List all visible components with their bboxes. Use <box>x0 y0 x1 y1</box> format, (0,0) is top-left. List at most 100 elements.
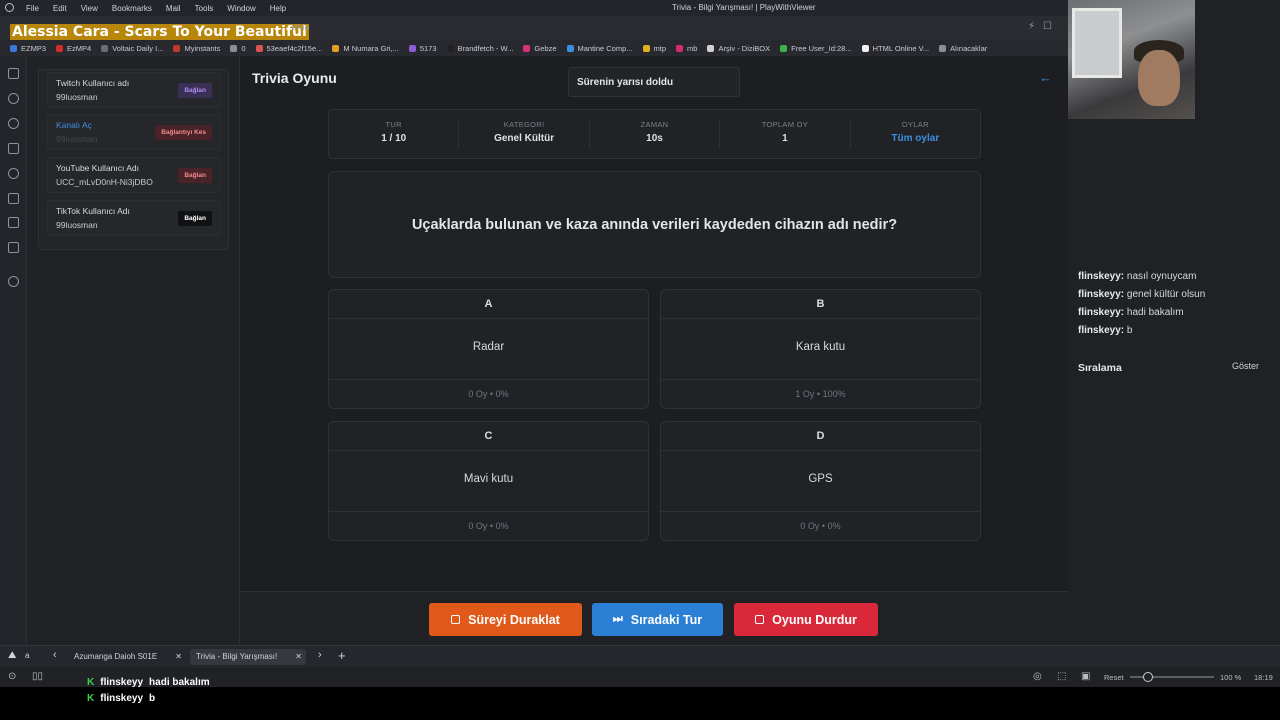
translate-icon[interactable] <box>8 168 19 179</box>
mail-icon[interactable] <box>8 242 19 253</box>
bookmark-favicon-icon <box>780 44 788 52</box>
menu-edit[interactable]: Edit <box>53 4 67 13</box>
answer-card-c[interactable]: C Mavi kutu 0 Oy • 0% <box>328 421 649 541</box>
tab-scroll-right-icon[interactable]: › <box>318 649 322 661</box>
answer-card-b[interactable]: B Kara kutu 1 Oy • 100% <box>660 289 981 409</box>
bookmark-label: Brandfetch - W... <box>457 43 514 53</box>
bookmarks-panel-icon[interactable] <box>8 68 19 79</box>
connection-button[interactable]: Bağlan <box>178 168 212 183</box>
notes-icon[interactable] <box>8 143 19 154</box>
app-logo-icon[interactable] <box>5 3 14 12</box>
bookmark-item[interactable]: EZMP3 <box>10 44 46 53</box>
kick-icon: K <box>87 693 95 704</box>
bookmark-label: mb <box>687 43 698 53</box>
workspace-label[interactable]: a <box>25 651 29 660</box>
stop-icon <box>755 615 765 624</box>
zoom-level: 100 % <box>1220 673 1242 682</box>
bookmark-label: EzMP4 <box>67 43 92 53</box>
history-icon[interactable] <box>8 118 19 129</box>
workspace-icon[interactable]: ⛰ <box>8 650 16 661</box>
pause-timer-button[interactable]: Süreyi Duraklat <box>429 603 582 636</box>
chat-message: flinskeyy: nasıl oynuycam <box>1078 271 1196 282</box>
menu-bookmarks[interactable]: Bookmarks <box>112 4 152 13</box>
stat-label: TOPLAM OY <box>761 120 809 129</box>
chat-username: flinskeyy: <box>1078 271 1125 282</box>
next-round-button[interactable]: ⏭ Sıradaki Tur <box>592 603 723 636</box>
answer-card-d[interactable]: D GPS 0 Oy • 0% <box>660 421 981 541</box>
reading-list-icon[interactable] <box>8 193 19 204</box>
bookmark-item[interactable]: Alınacaklar <box>939 44 987 53</box>
question-text: Uçaklarda bulunan ve kaza anında veriler… <box>328 171 981 278</box>
answer-card-a[interactable]: A Radar 0 Oy • 0% <box>328 289 649 409</box>
connection-title: YouTube Kullanıcı Adı <box>56 163 140 173</box>
page-tiling-icon[interactable]: ⬚ <box>1057 671 1066 682</box>
bookmark-label: Gebze <box>534 43 557 53</box>
connection-button[interactable]: Bağlan <box>178 211 212 226</box>
zoom-slider-handle[interactable] <box>1143 672 1153 682</box>
bookmark-item[interactable]: 53eaef4c2f15e... <box>255 44 322 53</box>
bookmark-item[interactable]: Myinstants <box>173 44 220 53</box>
stop-game-button[interactable]: Oyunu Durdur <box>734 603 878 636</box>
menu-file[interactable]: File <box>26 4 39 13</box>
menu-view[interactable]: View <box>81 4 98 13</box>
bookmark-item[interactable]: EzMP4 <box>56 44 91 53</box>
zoom-slider[interactable] <box>1130 672 1214 682</box>
overlay-chat-line: Kflinskeyy hadi bakalım <box>87 677 210 688</box>
ranking-show-button[interactable]: Göster <box>1232 361 1259 371</box>
tab-azumanga[interactable]: Azumanga Daioh S01E ✕ <box>68 649 186 665</box>
downloads-icon[interactable] <box>8 93 19 104</box>
bookmark-favicon-icon <box>642 44 650 52</box>
bookmark-item[interactable]: Mantine Comp... <box>566 44 633 53</box>
game-stats-bar: TUR 1 / 10 KATEGORI Genel Kültür ZAMAN 10s TOP… <box>328 109 981 159</box>
bookmark-item[interactable]: Arşiv - DiziBOX <box>707 44 770 53</box>
tab-trivia[interactable]: Trivia - Bilgi Yarışması! ✕ <box>190 649 306 665</box>
window-panel-icon[interactable] <box>8 217 19 228</box>
menu-mail[interactable]: Mail <box>166 4 181 13</box>
connection-button[interactable]: Bağlan <box>178 83 212 98</box>
now-playing-overlay: Alessia Cara - Scars To Your Beautiful <box>10 24 309 40</box>
url-text[interactable]: trivia <box>292 23 309 32</box>
bookmark-item[interactable]: Voltaic Daily I... <box>101 44 163 53</box>
answer-text: Mavi kutu <box>463 473 514 485</box>
panel-toggle-icon[interactable]: ⊙ <box>8 671 16 682</box>
menu-help[interactable]: Help <box>270 4 286 13</box>
bookmark-item[interactable]: 0 <box>230 44 246 53</box>
bookmark-label: EZMP3 <box>21 43 47 53</box>
bookmark-favicon-icon <box>10 44 17 52</box>
tiling-icon[interactable]: ▯▯ <box>32 671 43 682</box>
bookmark-item[interactable]: Free User_Id:28... <box>780 44 852 53</box>
new-tab-icon[interactable]: + <box>338 648 346 663</box>
tab-scroll-left-icon[interactable]: ‹ <box>53 649 57 661</box>
capture-icon[interactable]: ◎ <box>1033 671 1042 682</box>
bookmark-item[interactable]: M Numara Gri,... <box>332 44 399 53</box>
bookmark-item[interactable]: HTML Online V... <box>861 44 929 53</box>
bookmark-item[interactable]: mtp <box>642 44 666 53</box>
stat-label: OYLAR <box>901 120 929 129</box>
extensions-icon[interactable]: ⚡ <box>1028 21 1035 32</box>
connection-row: Kanalı Aç 99luosman Bağlantıyı Kes <box>47 114 221 150</box>
connection-title[interactable]: Kanalı Aç <box>56 120 92 130</box>
bookmark-item[interactable]: 5173 <box>408 44 437 53</box>
bookmark-favicon-icon <box>707 44 715 52</box>
stat-oylar[interactable]: OYLAR Tüm oylar <box>851 120 980 148</box>
add-panel-icon[interactable] <box>8 276 19 287</box>
bookmark-item[interactable]: mb <box>676 44 697 53</box>
connection-button[interactable]: Bağlantıyı Kes <box>155 125 212 140</box>
zoom-reset-button[interactable]: Reset <box>1104 673 1124 682</box>
stat-value: 10s <box>646 133 663 144</box>
bookmark-item[interactable]: Brandfetch - W... <box>446 43 514 53</box>
back-arrow-icon[interactable]: ← <box>1039 70 1052 85</box>
connection-row: TikTok Kullanıcı Adı 99luosman Bağlan <box>47 200 221 236</box>
image-toggle-icon[interactable]: ▣ <box>1081 671 1090 682</box>
browser-side-rail <box>0 56 27 645</box>
close-icon[interactable]: ✕ <box>175 652 182 661</box>
menu-window[interactable]: Window <box>227 4 255 13</box>
connection-value: 99luosman <box>56 92 98 102</box>
bookmark-label: Alınacaklar <box>950 43 988 53</box>
bookmark-favicon-icon <box>408 44 416 52</box>
bookmark-item[interactable]: Gebze <box>523 43 557 53</box>
close-icon[interactable]: ✕ <box>295 652 302 661</box>
menu-tools[interactable]: Tools <box>195 4 214 13</box>
bookmark-icon[interactable]: ☐ <box>1043 21 1052 32</box>
stat-value[interactable]: Tüm oylar <box>851 133 980 144</box>
